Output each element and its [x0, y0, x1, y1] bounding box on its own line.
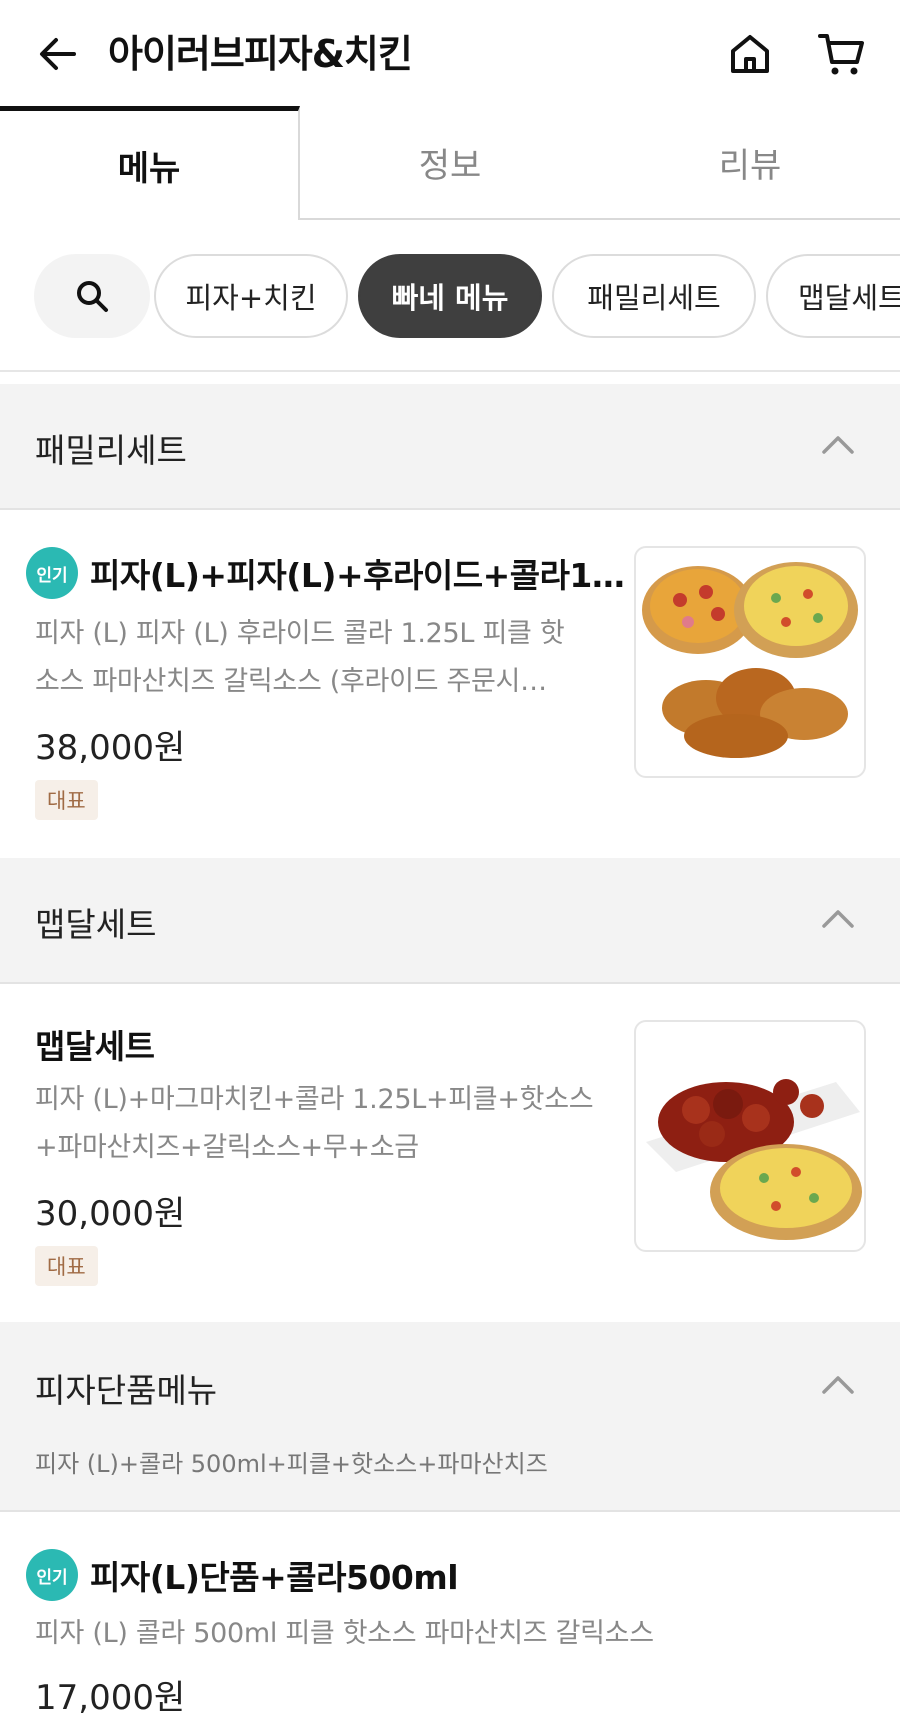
menu-item-pizza-single-cola[interactable]: 인기 피자(L)단품+콜라500ml 피자 (L) 콜라 500ml 피클 핫소…	[0, 1514, 900, 1726]
item-name-row: 인기 피자(L)단품+콜라500ml	[26, 1548, 459, 1602]
item-name-row: 인기 피자(L)+피자(L)+후라이드+콜라1…	[26, 546, 625, 600]
section-header-mapdal-set[interactable]: 맵달세트	[0, 858, 900, 984]
item-desc-line1: 피자 (L) 피자 (L) 후라이드 콜라 1.25L 피클 핫	[35, 618, 565, 649]
menu-item-mapdal-set[interactable]: 맵달세트 피자 (L)+마그마치킨+콜라 1.25L+피클+핫소스 +파마산치즈…	[0, 986, 900, 1322]
signature-tag: 대표	[35, 780, 98, 820]
home-button[interactable]	[722, 26, 778, 82]
item-thumbnail	[634, 1020, 866, 1252]
item-price: 30,000원	[35, 1194, 186, 1234]
chip-mapdal-set[interactable]: 맵달세트	[766, 254, 900, 338]
spicy-chicken-pizza-image	[646, 1079, 862, 1240]
section-header-pizza-single[interactable]: 피자단품메뉴 피자 (L)+콜라 500ml+피클+핫소스+파마산치즈	[0, 1322, 900, 1512]
item-price: 17,000원	[35, 1678, 186, 1718]
chip-panne-menu[interactable]: 빠네 메뉴	[358, 254, 542, 338]
chip-family-set[interactable]: 패밀리세트	[552, 254, 756, 338]
back-arrow-icon	[40, 38, 76, 70]
item-desc-line2: +파마산치즈+갈릭소스+무+소금	[35, 1132, 419, 1163]
section-description: 피자 (L)+콜라 500ml+피클+핫소스+파마산치즈	[35, 1450, 548, 1478]
app-header: 아이러브피자&치킨	[0, 0, 900, 108]
chevron-up-icon[interactable]	[818, 426, 858, 466]
chevron-up-icon[interactable]	[818, 900, 858, 940]
search-icon	[77, 281, 108, 312]
item-desc-line1: 피자 (L) 콜라 500ml 피클 핫소스 파마산치즈 갈릭소스	[35, 1618, 654, 1649]
item-thumbnail	[634, 546, 866, 778]
item-name: 피자(L)단품+콜라500ml	[90, 1558, 459, 1597]
tab-info[interactable]: 정보	[300, 106, 600, 220]
pizza-chicken-image	[642, 562, 858, 758]
item-desc-line2: 소스 파마산치즈 갈릭소스 (후라이드 주문시…	[35, 666, 547, 697]
chevron-up-icon[interactable]	[818, 1366, 858, 1406]
tab-review[interactable]: 리뷰	[600, 106, 900, 220]
cart-button[interactable]	[814, 26, 870, 82]
signature-tag: 대표	[35, 1246, 98, 1286]
section-title: 패밀리세트	[35, 431, 187, 470]
popular-badge: 인기	[26, 1549, 78, 1601]
item-price: 38,000원	[35, 728, 186, 768]
cart-icon	[818, 34, 864, 75]
store-tabs: 메뉴 정보 리뷰	[0, 106, 900, 220]
category-chips: 피자+치킨 빠네 메뉴 패밀리세트 맵달세트	[0, 254, 900, 338]
item-name: 피자(L)+피자(L)+후라이드+콜라1…	[90, 556, 625, 595]
item-name: 맵달세트	[35, 1027, 155, 1066]
back-button[interactable]	[30, 26, 86, 82]
item-desc-line1: 피자 (L)+마그마치킨+콜라 1.25L+피클+핫소스	[35, 1084, 594, 1115]
section-header-family-set[interactable]: 패밀리세트	[0, 384, 900, 510]
tab-menu[interactable]: 메뉴	[0, 106, 300, 220]
popular-badge: 인기	[26, 547, 78, 599]
menu-item-family-set[interactable]: 인기 피자(L)+피자(L)+후라이드+콜라1… 피자 (L) 피자 (L) 후…	[0, 512, 900, 856]
home-icon	[731, 35, 769, 73]
section-title: 피자단품메뉴	[35, 1371, 218, 1410]
store-title: 아이러브피자&치킨	[108, 32, 413, 76]
section-title: 맵달세트	[35, 905, 157, 944]
chip-pizza-chicken[interactable]: 피자+치킨	[154, 254, 348, 338]
menu-search-button[interactable]	[34, 254, 150, 338]
divider	[0, 370, 900, 372]
